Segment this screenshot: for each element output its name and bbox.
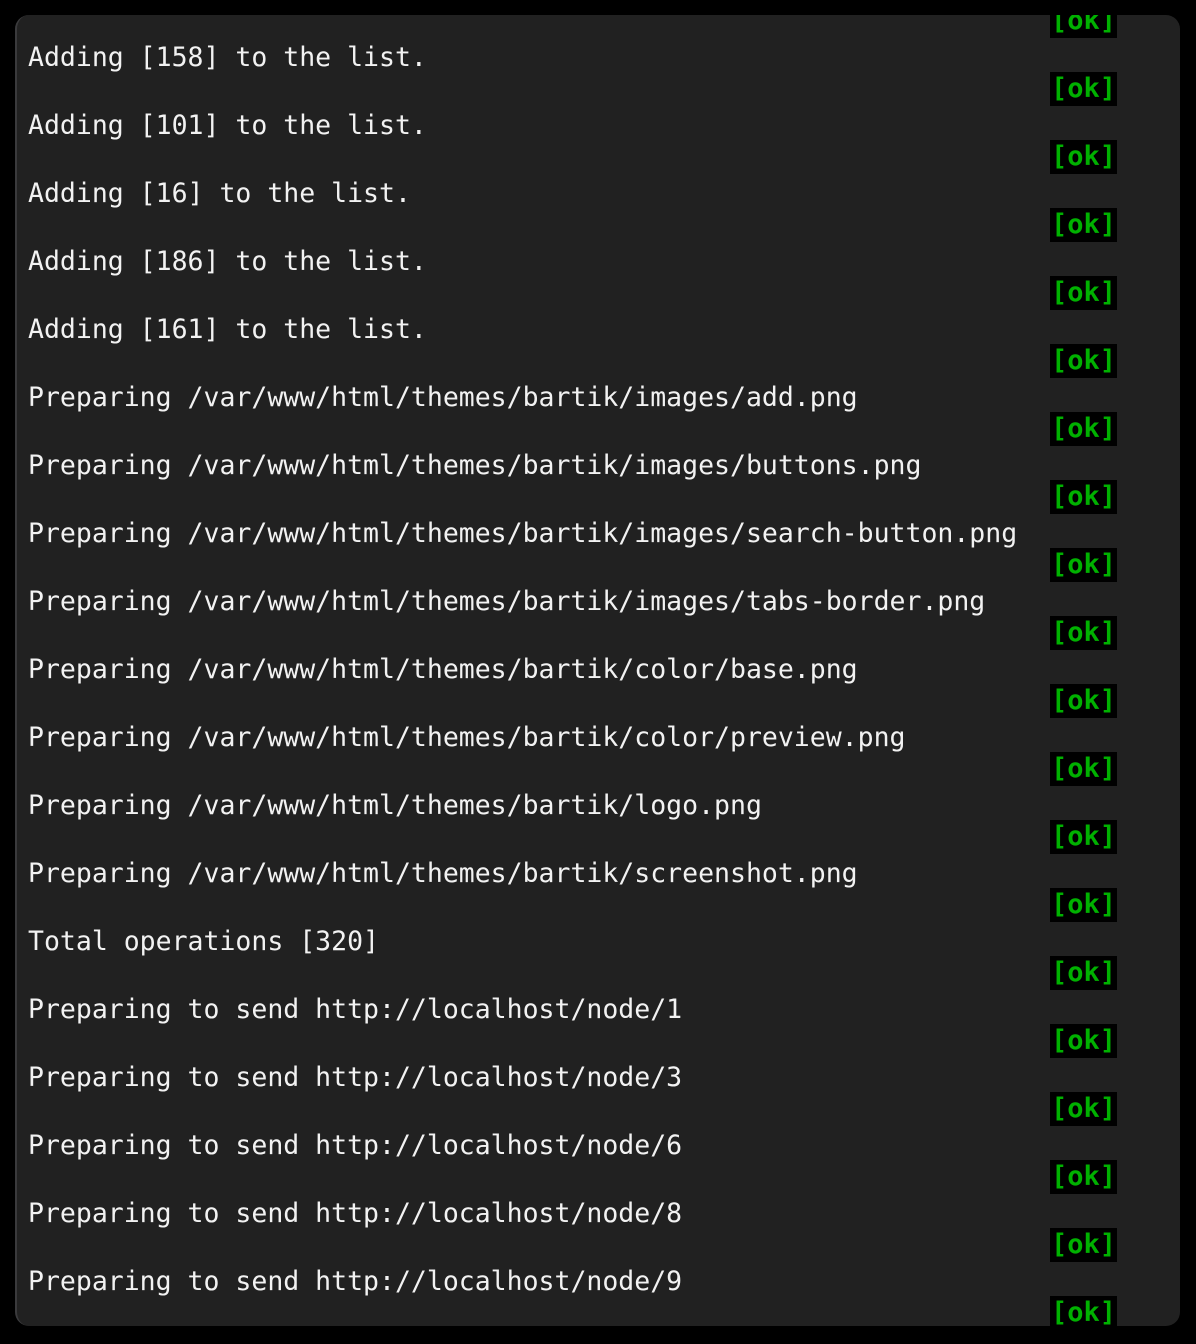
log-line-text: Preparing to send http://localhost/node/… <box>28 1198 683 1229</box>
status-badge: [ok] <box>1050 888 1118 922</box>
log-row: Adding [161] to the list. [ok] <box>17 276 1180 378</box>
log-line-text: Preparing /var/www/html/themes/bartik/im… <box>28 586 986 617</box>
status-badge: [ok] <box>1050 72 1118 106</box>
status-badge: [ok] <box>1050 1296 1118 1326</box>
status-badge: [ok] <box>1050 616 1118 650</box>
log-row: Preparing /var/www/html/themes/bartik/sc… <box>17 820 1180 922</box>
log-row: Preparing /var/www/html/themes/bartik/lo… <box>17 752 1180 854</box>
log-line-text: Preparing /var/www/html/themes/bartik/im… <box>28 450 922 481</box>
log-row: Adding [186] to the list. [ok] <box>17 208 1180 310</box>
log-line-text: Preparing to send http://localhost/node/… <box>28 1130 683 1161</box>
log-row: Adding [16] to the list. [ok] <box>17 140 1180 242</box>
status-badge: [ok] <box>1050 1228 1118 1262</box>
log-row: Preparing /var/www/html/themes/bartik/im… <box>17 548 1180 650</box>
log-row: Adding [101] to the list. [ok] <box>17 72 1180 174</box>
log-row: Adding [158] to the list. [ok] <box>17 15 1180 106</box>
status-badge: [ok] <box>1050 956 1118 990</box>
log-line-text: Preparing /var/www/html/themes/bartik/lo… <box>28 790 762 821</box>
log-row: Preparing /var/www/html/themes/bartik/im… <box>17 412 1180 514</box>
log-row: Preparing to send http://localhost/node/… <box>17 1024 1180 1126</box>
status-badge: [ok] <box>1050 344 1118 378</box>
status-badge: [ok] <box>1050 208 1118 242</box>
log-row: Preparing /var/www/html/themes/bartik/im… <box>17 480 1180 582</box>
log-line-text: Preparing to send http://localhost/node/… <box>28 1266 683 1297</box>
log-row: Preparing /var/www/html/themes/bartik/co… <box>17 684 1180 786</box>
log-line-text: Adding [186] to the list. <box>28 246 427 277</box>
log-line-text: Preparing /var/www/html/themes/bartik/co… <box>28 722 906 753</box>
log-row: Preparing to send http://localhost/node/… <box>17 956 1180 1058</box>
log-line-text: Preparing /var/www/html/themes/bartik/im… <box>28 382 858 413</box>
status-badge: [ok] <box>1050 548 1118 582</box>
status-badge: [ok] <box>1050 684 1118 718</box>
status-badge: [ok] <box>1050 15 1118 38</box>
status-badge: [ok] <box>1050 412 1118 446</box>
log-row: Total operations [320] [ok] <box>17 888 1180 990</box>
terminal-window[interactable]: Adding [158] to the list. [ok] Adding [101… <box>15 15 1180 1326</box>
log-row: Preparing to send http://localhost/node/… <box>17 1228 1180 1326</box>
status-badge: [ok] <box>1050 820 1118 854</box>
log-line-text: Preparing /var/www/html/themes/bartik/co… <box>28 654 858 685</box>
status-badge: [ok] <box>1050 1024 1118 1058</box>
log-line-text: Preparing /var/www/html/themes/bartik/sc… <box>28 858 858 889</box>
status-badge: [ok] <box>1050 276 1118 310</box>
status-badge: [ok] <box>1050 1160 1118 1194</box>
log-row: Preparing /var/www/html/themes/bartik/co… <box>17 616 1180 718</box>
status-badge: [ok] <box>1050 480 1118 514</box>
log-output[interactable]: Adding [158] to the list. [ok] Adding [101… <box>17 15 1180 1326</box>
log-line-text: Adding [161] to the list. <box>28 314 427 345</box>
log-line-text: Preparing to send http://localhost/node/… <box>28 994 683 1025</box>
log-line-text: Adding [101] to the list. <box>28 110 427 141</box>
log-line-text: Total operations [320] <box>28 926 379 957</box>
log-line-text: Preparing /var/www/html/themes/bartik/im… <box>28 518 1018 549</box>
log-line-text: Adding [158] to the list. <box>28 42 427 73</box>
log-row: Preparing to send http://localhost/node/… <box>17 1160 1180 1262</box>
log-line-text: Adding [16] to the list. <box>28 178 411 209</box>
status-badge: [ok] <box>1050 140 1118 174</box>
log-row: Preparing /var/www/html/themes/bartik/im… <box>17 344 1180 446</box>
status-badge: [ok] <box>1050 752 1118 786</box>
log-line-text: Preparing to send http://localhost/node/… <box>28 1062 683 1093</box>
log-row: Preparing to send http://localhost/node/… <box>17 1092 1180 1194</box>
status-badge: [ok] <box>1050 1092 1118 1126</box>
